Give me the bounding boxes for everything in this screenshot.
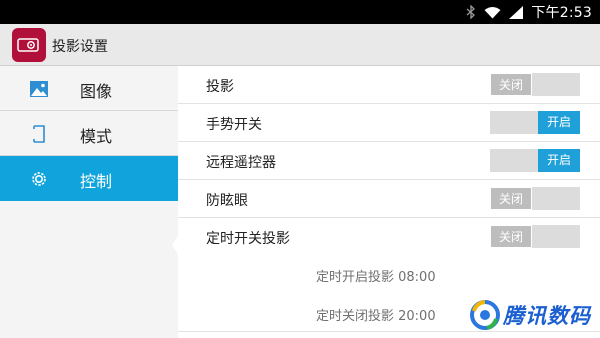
watermark-logo-icon: [470, 300, 500, 330]
setting-label: 投影: [206, 79, 234, 95]
setting-row-schedule: 定时开关投影 关闭: [178, 218, 600, 256]
anti-glare-toggle[interactable]: 关闭: [490, 187, 580, 210]
toggle-knob: 关闭: [490, 225, 532, 248]
sidebar: 图像 模式 控制: [0, 66, 179, 338]
setting-row-gesture: 手势开关 开启: [178, 104, 600, 142]
setting-label: 手势开关: [206, 117, 262, 133]
sidebar-item-mode[interactable]: 模式: [0, 111, 178, 156]
gesture-toggle[interactable]: 开启: [490, 111, 580, 134]
setting-label: 防眩眼: [206, 193, 248, 209]
wifi-icon: [484, 6, 501, 18]
image-icon: [30, 81, 48, 97]
toggle-knob: 关闭: [490, 73, 532, 96]
status-bar: 下午2:53: [0, 0, 600, 24]
setting-row-projection: 投影 关闭: [178, 66, 600, 104]
toggle-knob: 关闭: [490, 187, 532, 210]
schedule-off-time[interactable]: 定时关闭投影 20:00: [316, 305, 436, 324]
setting-label: 定时开关投影: [206, 231, 290, 247]
app-header: 投影设置: [0, 24, 600, 66]
gear-icon: [32, 172, 46, 186]
schedule-toggle[interactable]: 关闭: [490, 225, 580, 248]
watermark: 腾讯数码: [467, 298, 597, 332]
sidebar-item-label: 控制: [80, 172, 113, 191]
watermark-text: 腾讯数码: [503, 304, 591, 328]
remote-toggle[interactable]: 开启: [490, 149, 580, 172]
projection-toggle[interactable]: 关闭: [490, 73, 580, 96]
toggle-knob: 开启: [538, 111, 580, 134]
sidebar-item-image[interactable]: 图像: [0, 66, 178, 111]
sidebar-item-label: 模式: [80, 127, 113, 146]
status-icons: 下午2:53: [466, 0, 592, 24]
bluetooth-icon: [466, 5, 476, 19]
signal-icon: [509, 5, 524, 19]
mode-icon: [33, 125, 45, 143]
page-title: 投影设置: [52, 39, 108, 55]
projector-app-icon[interactable]: [12, 28, 46, 62]
sidebar-item-label: 图像: [80, 82, 113, 101]
status-time: 下午2:53: [531, 5, 592, 21]
sidebar-item-control[interactable]: 控制: [0, 156, 178, 201]
setting-row-remote: 远程遥控器 开启: [178, 142, 600, 180]
setting-row-anti-glare: 防眩眼 关闭: [178, 180, 600, 218]
schedule-on-time[interactable]: 定时开启投影 08:00: [316, 266, 436, 285]
toggle-knob: 开启: [538, 149, 580, 172]
setting-label: 远程遥控器: [206, 155, 276, 171]
